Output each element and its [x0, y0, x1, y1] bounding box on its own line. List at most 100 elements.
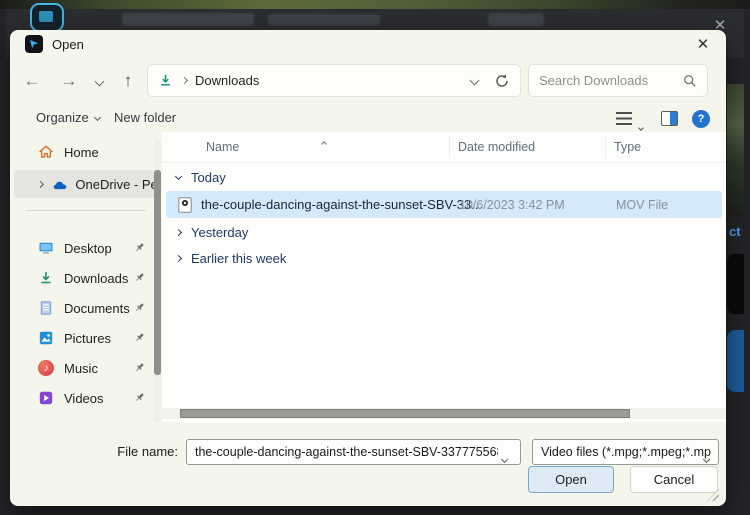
- home-icon: [39, 145, 53, 158]
- forward-button[interactable]: →: [55, 68, 83, 94]
- column-header-date-modified[interactable]: Date modified: [458, 140, 535, 154]
- column-header-name[interactable]: Name: [206, 140, 239, 154]
- back-button[interactable]: ←: [18, 68, 46, 94]
- breadcrumb-separator-icon: [180, 76, 189, 85]
- sidebar-item-home[interactable]: Home: [10, 140, 162, 164]
- dialog-title: Open: [52, 36, 84, 52]
- group-expanded-chevron-icon[interactable]: [174, 172, 183, 180]
- sidebar-scrollbar[interactable]: [154, 140, 161, 422]
- group-header-today[interactable]: Today: [174, 170, 226, 185]
- videos-icon: [39, 391, 53, 405]
- mov-file-icon: [178, 196, 192, 213]
- sidebar-item-label: Documents: [64, 300, 130, 316]
- background-app-icon: [30, 3, 64, 32]
- background-title-text: [122, 13, 254, 26]
- sidebar-divider: [26, 210, 146, 211]
- onedrive-icon: [53, 181, 66, 189]
- search-input[interactable]: [539, 73, 679, 88]
- help-button[interactable]: ?: [692, 110, 710, 128]
- sidebar-item-music[interactable]: ♪ Music: [10, 353, 162, 383]
- file-type-filter-select[interactable]: Video files (*.mpg;*.mpeg;*.mp: [532, 439, 719, 465]
- pin-icon: [136, 333, 144, 341]
- file-date-modified: 10/6/2023 3:42 PM: [459, 197, 565, 212]
- sidebar-item-label: Reference Docs: [64, 421, 157, 423]
- pin-icon: [136, 363, 144, 371]
- pin-icon: [136, 393, 144, 401]
- sidebar-item-label: OneDrive - Perso: [75, 176, 156, 192]
- column-header-type[interactable]: Type: [614, 140, 641, 154]
- address-bar[interactable]: Downloads: [147, 64, 521, 97]
- sidebar-item-desktop[interactable]: Desktop: [10, 233, 162, 263]
- preview-pane-button[interactable]: [661, 111, 678, 126]
- search-icon[interactable]: [683, 74, 697, 88]
- organize-chevron-icon: [93, 113, 101, 122]
- preview-pane-icon: [661, 111, 678, 126]
- new-folder-button[interactable]: New folder: [114, 110, 176, 125]
- file-type: MOV File: [616, 197, 669, 212]
- sidebar-item-label: Downloads: [64, 270, 129, 286]
- new-folder-label: New folder: [114, 110, 177, 125]
- documents-icon: [40, 301, 52, 315]
- dialog-titlebar: Open ✕: [10, 30, 726, 58]
- breadcrumb-location[interactable]: Downloads: [195, 73, 259, 88]
- open-file-dialog: Open ✕ ← → ↑ Downloads Organize: [10, 30, 726, 506]
- sidebar-item-reference-docs[interactable]: Reference Docs: [10, 413, 162, 423]
- background-partial-label: ct: [729, 224, 741, 239]
- group-label: Today: [191, 170, 226, 185]
- sidebar-item-onedrive[interactable]: OneDrive - Perso: [14, 170, 156, 198]
- close-icon[interactable]: ✕: [688, 32, 718, 56]
- background-blue-button: [727, 330, 744, 392]
- organize-label: Organize: [36, 110, 89, 125]
- desktop-icon: [39, 242, 53, 254]
- music-icon: ♪: [38, 360, 54, 376]
- app-logo-icon: [25, 35, 43, 53]
- group-collapsed-chevron-icon[interactable]: [174, 228, 183, 237]
- organize-button[interactable]: Organize: [36, 110, 101, 125]
- sidebar-item-pictures[interactable]: Pictures: [10, 323, 162, 353]
- file-type-filter-value: Video files (*.mpg;*.mpeg;*.mp: [541, 445, 711, 459]
- sidebar-item-label: Home: [64, 144, 99, 160]
- background-video-strip: [0, 0, 750, 9]
- header-divider: [162, 162, 726, 163]
- group-label: Earlier this week: [191, 251, 287, 266]
- recent-locations-chevron-icon[interactable]: [90, 68, 108, 94]
- background-video-thumbnail: [727, 84, 744, 216]
- group-header-yesterday[interactable]: Yesterday: [174, 225, 248, 240]
- downloads-location-icon: [161, 74, 170, 86]
- sidebar-item-downloads[interactable]: Downloads: [10, 263, 162, 293]
- group-collapsed-chevron-icon[interactable]: [174, 254, 183, 263]
- horizontal-scrollbar[interactable]: [162, 408, 726, 419]
- file-name-input[interactable]: [186, 439, 521, 465]
- open-button[interactable]: Open: [528, 466, 614, 493]
- file-name-label: File name:: [117, 444, 178, 459]
- address-dropdown-chevron-icon[interactable]: [469, 75, 480, 86]
- up-button[interactable]: ↑: [114, 68, 142, 94]
- column-separator[interactable]: [449, 136, 450, 158]
- pin-icon: [136, 303, 144, 311]
- group-header-earlier-this-week[interactable]: Earlier this week: [174, 251, 287, 266]
- column-separator[interactable]: [605, 136, 606, 158]
- refresh-icon[interactable]: [494, 73, 510, 89]
- cancel-button[interactable]: Cancel: [630, 466, 718, 493]
- sidebar-scrollbar-thumb[interactable]: [154, 170, 161, 375]
- help-icon: ?: [692, 110, 710, 128]
- list-view-icon: [616, 112, 632, 125]
- downloads-icon: [41, 272, 51, 284]
- sidebar-item-documents[interactable]: Documents: [10, 293, 162, 323]
- file-name-dropdown-chevron-icon[interactable]: [500, 449, 509, 467]
- file-list: Name Date modified Type Today the-couple…: [162, 132, 726, 422]
- sidebar-item-label: Desktop: [64, 240, 112, 256]
- view-mode-button[interactable]: [616, 112, 632, 125]
- sort-ascending-icon[interactable]: [321, 133, 327, 151]
- file-row-selected[interactable]: the-couple-dancing-against-the-sunset-SB…: [166, 191, 722, 218]
- background-title-text: [268, 14, 380, 25]
- sidebar-item-videos[interactable]: Videos: [10, 383, 162, 413]
- background-dark-button: [727, 254, 744, 314]
- file-type-dropdown-chevron-icon[interactable]: [702, 449, 711, 467]
- expand-chevron-icon[interactable]: [36, 180, 44, 188]
- horizontal-scrollbar-thumb[interactable]: [180, 409, 630, 418]
- pictures-icon: [39, 331, 53, 345]
- background-title-text: [488, 13, 544, 26]
- sidebar-item-label: Pictures: [64, 330, 111, 346]
- dialog-main-area: Home OneDrive - Perso Desktop: [10, 132, 726, 422]
